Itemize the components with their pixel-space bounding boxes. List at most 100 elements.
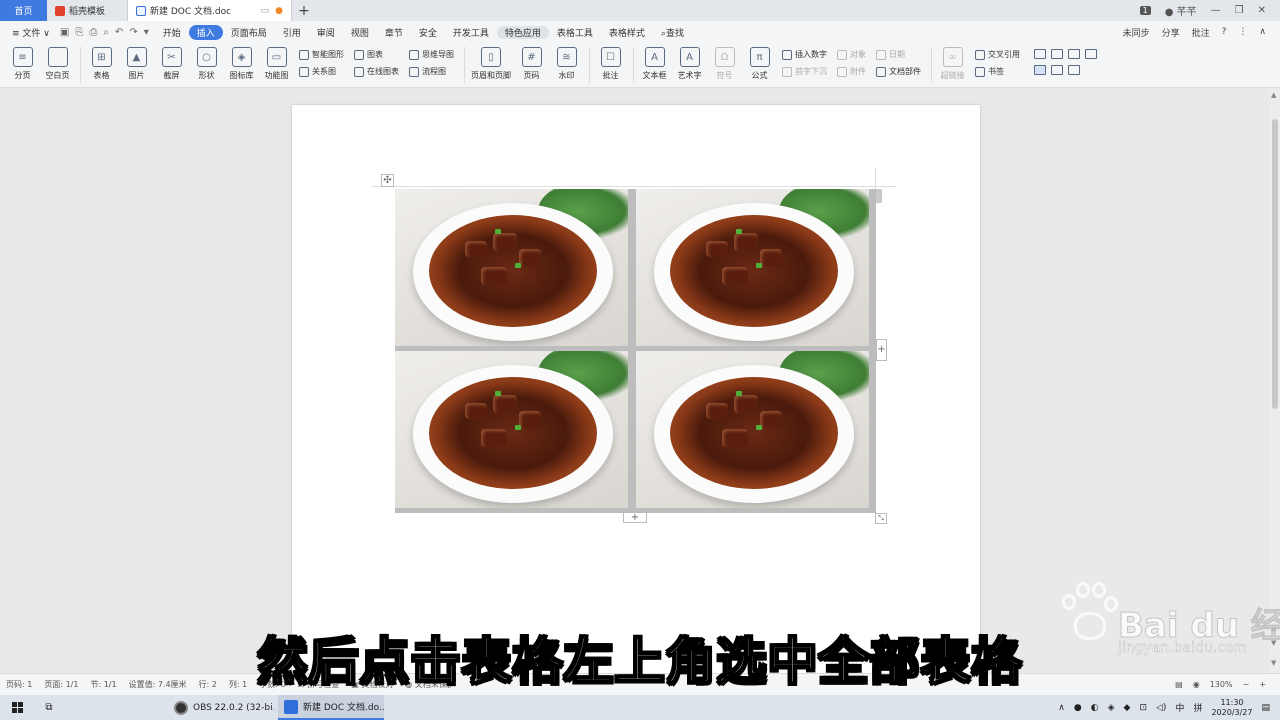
image-table[interactable]: [395, 189, 876, 513]
formula-button[interactable]: π 公式: [743, 47, 776, 81]
online-chart-button[interactable]: 在线图表: [354, 66, 399, 77]
symbol-button[interactable]: Ω 符号: [708, 47, 741, 81]
tab-home[interactable]: 首页: [0, 0, 47, 21]
tray-expand-icon[interactable]: ∧: [1058, 703, 1065, 713]
menu-chapter[interactable]: 章节: [377, 26, 411, 39]
table-select-all-handle[interactable]: ✣: [381, 174, 394, 187]
restore-button[interactable]: ❐: [1235, 5, 1244, 16]
comment-button[interactable]: ☐ 批注: [594, 47, 627, 81]
doc-parts-button[interactable]: 文档部件: [876, 66, 921, 77]
more-icon[interactable]: ⋮: [1238, 27, 1247, 37]
user-account[interactable]: ● 芊芊: [1165, 3, 1197, 18]
share-button[interactable]: 分享: [1162, 26, 1180, 39]
menu-developer[interactable]: 开发工具: [445, 26, 497, 39]
menu-insert[interactable]: 插入: [188, 24, 223, 40]
layout-option-icon[interactable]: [1085, 49, 1097, 59]
table-cell-image[interactable]: [395, 189, 628, 346]
date-button[interactable]: 日期: [876, 49, 921, 60]
redo-icon[interactable]: ↷: [129, 27, 137, 38]
layout-option-icon[interactable]: [1051, 49, 1063, 59]
menu-security[interactable]: 安全: [411, 26, 445, 39]
start-button[interactable]: [0, 695, 34, 720]
undo-icon[interactable]: ↶: [115, 27, 123, 38]
file-menu[interactable]: ≡ 文件 ∨: [8, 26, 54, 39]
picture-button[interactable]: ▲ 图片: [120, 47, 153, 81]
layout-option-icon[interactable]: [1034, 65, 1046, 75]
watermark-button[interactable]: ≋ 水印: [550, 47, 583, 81]
add-row-button[interactable]: +: [623, 512, 647, 523]
close-button[interactable]: ✕: [1258, 5, 1266, 16]
tray-bluetooth-icon[interactable]: ◆: [1124, 703, 1131, 713]
tab-template[interactable]: 稻壳模板: [47, 0, 127, 21]
layout-option-icon[interactable]: [1068, 49, 1080, 59]
new-tab-button[interactable]: +: [292, 0, 316, 21]
tab-pin-icon[interactable]: ▭: [261, 6, 270, 16]
page-number-button[interactable]: # 页码: [515, 47, 548, 81]
menu-special-apps[interactable]: 特色应用: [496, 25, 549, 39]
menu-view[interactable]: 视图: [343, 26, 377, 39]
smart-art-button[interactable]: 智能图形: [299, 49, 344, 60]
hyperlink-button[interactable]: ∞ 超链接: [936, 47, 969, 81]
menu-references[interactable]: 引用: [275, 26, 309, 39]
menu-start[interactable]: 开始: [155, 26, 189, 39]
add-column-button[interactable]: +: [876, 339, 887, 361]
table-cell-image[interactable]: [395, 351, 628, 508]
menu-table-style[interactable]: 表格样式: [601, 26, 653, 39]
task-view-icon[interactable]: ⧉: [34, 702, 64, 713]
chart-button[interactable]: 图表: [354, 49, 399, 60]
relation-chart-button[interactable]: 关系图: [299, 66, 344, 77]
export-pdf-icon[interactable]: ⎘: [75, 27, 83, 38]
tray-app-icon[interactable]: ◐: [1091, 703, 1099, 713]
blank-page-button[interactable]: 空白页: [41, 47, 74, 81]
table-cell-image[interactable]: [636, 189, 869, 346]
textbox-button[interactable]: A 文本框: [638, 47, 671, 81]
print-preview-icon[interactable]: ⌕: [103, 27, 109, 38]
qq-icon[interactable]: ●: [1074, 703, 1082, 713]
menu-review[interactable]: 审阅: [309, 26, 343, 39]
cross-reference-button[interactable]: 交叉引用: [975, 49, 1020, 60]
function-chart-button[interactable]: ▭ 功能图: [260, 47, 293, 81]
network-icon[interactable]: ⊡: [1139, 703, 1147, 713]
attachment-button[interactable]: 附件: [837, 66, 866, 77]
sync-status[interactable]: 未同步: [1123, 26, 1150, 39]
bookmark-button[interactable]: 书签: [975, 66, 1020, 77]
print-icon[interactable]: ⎙: [89, 27, 97, 38]
tray-shield-icon[interactable]: ◈: [1108, 703, 1115, 713]
header-footer-button[interactable]: ▯ 页眉和页脚: [469, 47, 513, 81]
notification-icon[interactable]: ▤: [1261, 703, 1270, 713]
vertical-scrollbar[interactable]: ▲ ▲ ▼ ▼: [1270, 89, 1280, 673]
screenshot-button[interactable]: ✂ 截屏: [155, 47, 188, 81]
layout-option-icon[interactable]: [1034, 49, 1046, 59]
table-cell-image[interactable]: [636, 351, 869, 508]
icon-library-button[interactable]: ◈ 图标库: [225, 47, 258, 81]
taskbar-app-obs[interactable]: OBS 22.0.2 (32-bi...: [168, 695, 274, 720]
scroll-up-icon[interactable]: ▲: [1271, 91, 1276, 99]
wordart-button[interactable]: A 艺术字: [673, 47, 706, 81]
ime-language[interactable]: 中: [1175, 701, 1184, 714]
help-icon[interactable]: ?: [1222, 27, 1227, 37]
object-button[interactable]: 对象: [837, 49, 866, 60]
save-icon[interactable]: ▣: [60, 27, 69, 38]
layout-option-icon[interactable]: [1068, 65, 1080, 75]
collapse-ribbon-icon[interactable]: ∧: [1259, 27, 1266, 37]
menu-table-tools[interactable]: 表格工具: [549, 26, 601, 39]
dropcap-button[interactable]: 首字下沉: [782, 66, 827, 77]
menu-search[interactable]: ⌕查找: [653, 26, 692, 39]
tab-document[interactable]: 新建 DOC 文档.doc ▭ ●: [127, 0, 292, 21]
scrollbar-thumb[interactable]: [1272, 119, 1278, 409]
comment-menu-button[interactable]: 批注: [1192, 26, 1210, 39]
table-resize-handle[interactable]: ⤡: [875, 513, 887, 524]
system-clock[interactable]: 11:30 2020/3/27: [1211, 698, 1252, 718]
shapes-button[interactable]: ○ 形状: [190, 47, 223, 81]
ime-mode[interactable]: 拼: [1193, 701, 1202, 714]
layout-option-icon[interactable]: [1051, 65, 1063, 75]
insert-number-button[interactable]: 插入数字: [782, 49, 827, 60]
mind-map-button[interactable]: 思维导图: [409, 49, 454, 60]
menu-page-layout[interactable]: 页面布局: [223, 26, 275, 39]
minimize-button[interactable]: —: [1211, 5, 1221, 16]
volume-icon[interactable]: ◁): [1156, 703, 1166, 713]
page-break-button[interactable]: ≡ 分页: [6, 47, 39, 81]
table-button[interactable]: ⊞ 表格: [85, 47, 118, 81]
taskbar-app-wps[interactable]: 新建 DOC 文档.do...: [278, 695, 384, 720]
flowchart-button[interactable]: 流程图: [409, 66, 454, 77]
